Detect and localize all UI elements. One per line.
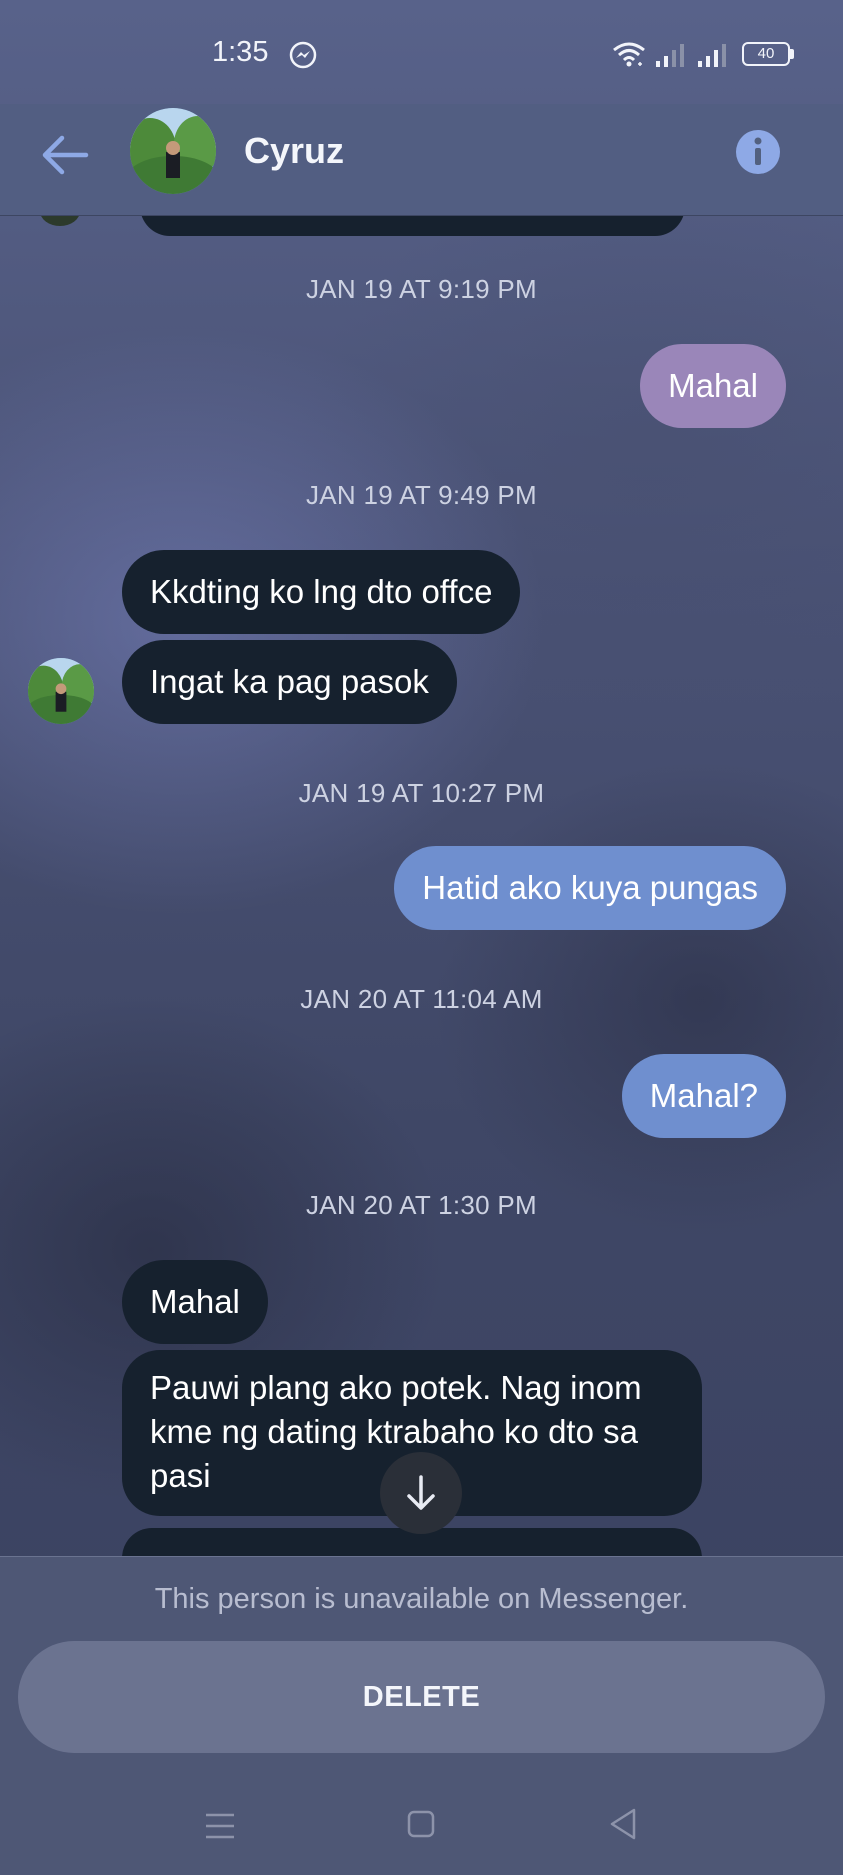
scroll-to-bottom-button[interactable] [380,1452,462,1534]
system-nav-bar [0,1787,843,1875]
battery-icon: 40 [742,42,790,66]
timestamp: JAN 20 AT 11:04 AM [300,984,543,1014]
avatar-photo [130,108,216,194]
contact-avatar-small [40,216,80,226]
contact-avatar[interactable] [130,108,216,194]
status-time: 1:35 [212,36,269,68]
battery-tip [790,49,794,59]
message-list[interactable]: JAN 19 AT 9:19 PM Mahal JAN 19 AT 9:49 P… [0,216,843,1556]
message-bubble-outgoing[interactable]: Mahal? [621,1054,786,1138]
wifi-icon [613,42,645,67]
message-bubble-incoming[interactable]: Ingat ka pag pasok [122,640,457,724]
message-bubble-outgoing[interactable]: Mahal [640,344,786,428]
conversation-header: Cyruz [0,104,843,216]
messenger-icon [289,41,317,69]
message-bubble-incoming[interactable]: Kkdting ko lng dto offce [122,550,521,634]
home-icon[interactable] [406,1809,436,1839]
avatar-photo [28,658,94,724]
timestamp: JAN 19 AT 9:49 PM [305,480,538,510]
composer-footer: This person is unavailable on Messenger.… [0,1556,843,1875]
message-bubble-incoming[interactable] [140,216,685,236]
unavailable-notice: This person is unavailable on Messenger. [154,1583,689,1615]
contact-avatar-small[interactable] [28,658,94,724]
menu-icon[interactable] [204,1811,236,1841]
status-bar: 1:35 40 [0,0,843,104]
message-bubble-incoming[interactable]: Mahal [122,1260,268,1344]
timestamp: JAN 19 AT 9:19 PM [305,274,538,304]
timestamp: JAN 20 AT 1:30 PM [305,1190,538,1220]
signal-icon [698,44,726,67]
back-arrow-icon[interactable] [40,132,90,178]
delete-button[interactable]: DELETE [18,1641,825,1753]
message-bubble-outgoing[interactable]: Hatid ako kuya pungas [394,846,786,930]
back-icon[interactable] [608,1807,638,1841]
timestamp: JAN 19 AT 10:27 PM [298,778,545,808]
arrow-down-icon [407,1475,435,1510]
signal-icon [656,44,684,67]
contact-name[interactable]: Cyruz [244,130,344,172]
info-icon[interactable] [734,128,782,176]
